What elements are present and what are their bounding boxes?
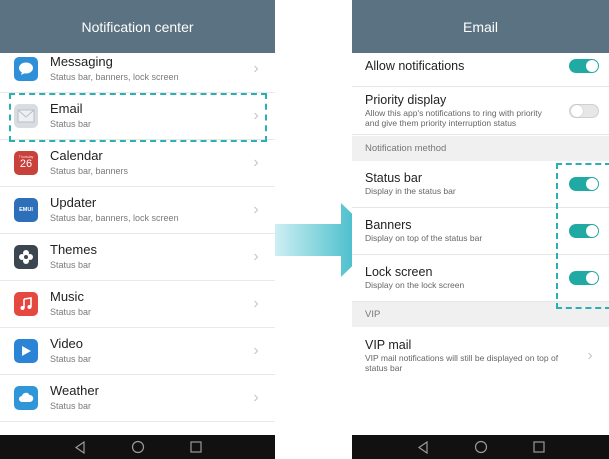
messaging-icon [14, 57, 38, 81]
email-highlight-box [9, 93, 267, 142]
email-notification-settings-screen: Email Allow notifications Priority displ… [352, 0, 609, 459]
setting-description: Allow this app's notifications to ring w… [365, 107, 542, 128]
setting-title: Banners [365, 217, 412, 232]
page-title: Notification center [81, 18, 194, 35]
navigation-bar [0, 435, 275, 459]
app-item-music[interactable]: Music Status bar › [0, 281, 275, 328]
setting-description: Display on the lock screen [365, 280, 465, 291]
weather-icon [14, 386, 38, 410]
navigation-bar [352, 435, 609, 459]
chevron-right-icon: › [253, 201, 259, 218]
music-icon [14, 292, 38, 316]
app-item-video[interactable]: Video Status bar › [0, 328, 275, 375]
app-name: Messaging [50, 54, 113, 70]
priority-display-row[interactable]: Priority display Allow this app's notifi… [352, 87, 609, 135]
allow-notifications-row[interactable]: Allow notifications [352, 46, 609, 87]
app-item-calendar[interactable]: Thursday 26 Calendar Status bar, banners… [0, 140, 275, 187]
back-icon[interactable] [416, 440, 430, 454]
app-notification-summary: Status bar [50, 260, 92, 271]
app-notification-summary: Status bar, banners [50, 166, 129, 177]
app-notification-summary: Status bar, banners, lock screen [50, 72, 179, 83]
app-item-messaging[interactable]: Messaging Status bar, banners, lock scre… [0, 46, 275, 93]
priority-display-toggle[interactable] [569, 103, 599, 118]
app-name: Calendar [50, 148, 103, 164]
back-icon[interactable] [73, 440, 87, 454]
toggles-highlight-box [556, 163, 609, 309]
app-notification-summary: Status bar, banners, lock screen [50, 213, 179, 224]
setting-title: VIP mail [365, 338, 412, 353]
setting-title: Status bar [365, 170, 422, 185]
app-notification-summary: Status bar [50, 307, 92, 318]
app-notification-summary: Status bar [50, 354, 92, 365]
themes-icon [14, 245, 38, 269]
chevron-right-icon: › [253, 342, 259, 359]
chevron-right-icon: › [253, 389, 259, 406]
section-header-notification-method: Notification method [352, 136, 609, 161]
recents-icon[interactable] [532, 440, 546, 454]
app-item-updater[interactable]: EMUI Updater Status bar, banners, lock s… [0, 187, 275, 234]
chevron-right-icon: › [587, 347, 593, 364]
setting-title: Priority display [365, 92, 447, 107]
chevron-right-icon: › [253, 60, 259, 77]
vip-mail-row[interactable]: VIP mail VIP mail notifications will sti… [352, 327, 609, 385]
app-name: Themes [50, 242, 97, 258]
app-name: Updater [50, 195, 97, 211]
app-name: Music [50, 289, 84, 305]
chevron-right-icon: › [253, 154, 259, 171]
app-item-themes[interactable]: Themes Status bar › [0, 234, 275, 281]
app-name: Weather [50, 383, 99, 399]
video-icon [14, 339, 38, 363]
recents-icon[interactable] [189, 440, 203, 454]
app-notification-summary: Status bar [50, 401, 92, 412]
calendar-icon: Thursday 26 [14, 151, 38, 175]
allow-notifications-toggle[interactable] [569, 59, 599, 73]
page-title: Email [462, 18, 498, 35]
setting-description: Display on top of the status bar [365, 233, 483, 244]
setting-description: VIP mail notifications will still be dis… [365, 353, 559, 374]
updater-icon: EMUI [14, 198, 38, 222]
notification-center-screen: Notification center Messaging Status bar… [0, 0, 275, 459]
home-icon[interactable] [131, 440, 145, 454]
setting-description: Display in the status bar [365, 186, 456, 197]
setting-title: Lock screen [365, 264, 433, 279]
setting-title: Allow notifications [365, 58, 465, 73]
chevron-right-icon: › [253, 248, 259, 265]
chevron-right-icon: › [253, 295, 259, 312]
app-name: Video [50, 336, 84, 352]
app-item-weather[interactable]: Weather Status bar › [0, 375, 275, 422]
home-icon[interactable] [474, 440, 488, 454]
